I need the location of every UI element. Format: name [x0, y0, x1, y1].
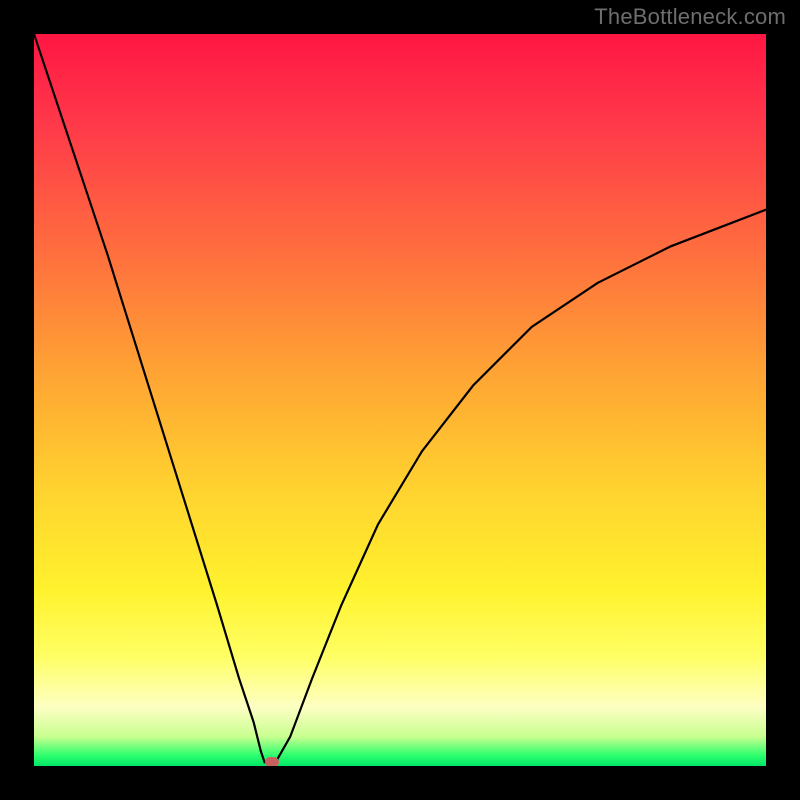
optimum-marker	[265, 757, 279, 766]
bottleneck-curve	[34, 34, 766, 766]
chart-frame: TheBottleneck.com	[0, 0, 800, 800]
watermark-text: TheBottleneck.com	[594, 4, 786, 30]
plot-area	[34, 34, 766, 766]
